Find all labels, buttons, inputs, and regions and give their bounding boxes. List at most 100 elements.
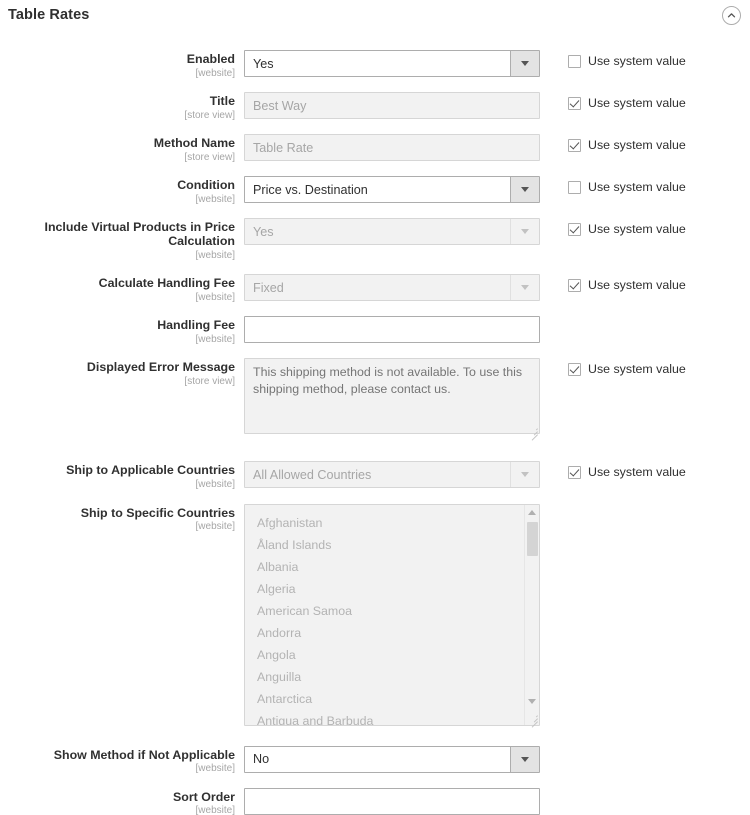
caret-glyph: [521, 187, 529, 193]
use-system-value-checkbox[interactable]: [568, 278, 581, 292]
use-system-value-checkbox[interactable]: [568, 362, 581, 376]
field-label-calculate_handling_fee: Calculate Handling Fee [website]: [0, 274, 244, 303]
field-row-method_name: Method Name[store view] Use system value: [0, 134, 750, 163]
list-item[interactable]: Antigua and Barbuda: [257, 710, 539, 725]
field-label-enabled: Enabled [website]: [0, 50, 244, 79]
ship_to_applicable_countries-select: All Allowed Countries: [244, 461, 540, 489]
field-control-method_name: [244, 134, 540, 162]
field-extra-method_name: Use system value: [540, 134, 750, 152]
label-text: Enabled: [186, 52, 235, 66]
field-label-ship_to_specific_countries: Ship to Specific Countries [website]: [0, 504, 244, 533]
enabled-select-value: Yes: [253, 56, 274, 71]
scroll-up-icon[interactable]: [525, 506, 539, 520]
caret-glyph: [521, 229, 529, 235]
chevron-down-icon[interactable]: [510, 746, 539, 772]
field-row-condition: Condition [website] Price vs. Destination U…: [0, 176, 750, 205]
field-control-ship_to_applicable_countries: All Allowed Countries: [244, 461, 540, 489]
ship_to_specific_countries-listbox[interactable]: Afghanistan Åland Islands Albania Algeria Am…: [244, 503, 540, 726]
list-item[interactable]: Algeria: [257, 578, 539, 600]
list-item[interactable]: Angola: [257, 644, 539, 666]
use-system-value-label: Use system value: [588, 96, 686, 111]
enabled-select[interactable]: Yes: [244, 50, 540, 77]
field-extra-calculate_handling_fee: Use system value: [540, 274, 750, 292]
scroll-down-icon[interactable]: [525, 695, 539, 709]
use-system-value-checkbox[interactable]: [568, 180, 581, 194]
label-scope: [website]: [195, 67, 235, 79]
list-item[interactable]: Åland Islands: [257, 534, 539, 556]
label-text: Displayed Error Message: [86, 360, 235, 375]
label-text: Title: [209, 94, 235, 109]
label-text: Condition: [177, 178, 235, 193]
calculate_handling_fee-select-value: Fixed: [253, 280, 284, 295]
use-system-value-displayed_error_message[interactable]: Use system value: [568, 362, 686, 376]
country-option-list: Afghanistan Åland Islands Albania Algeria Am…: [245, 505, 539, 725]
label-text: Sort Order: [173, 789, 235, 804]
field-control-enabled: Yes: [244, 50, 540, 77]
field-extra-ship_to_specific_countries: [540, 504, 750, 508]
condition-select[interactable]: Price vs. Destination: [244, 176, 540, 204]
use-system-value-calculate_handling_fee[interactable]: Use system value: [568, 278, 686, 292]
list-item[interactable]: Albania: [257, 556, 539, 578]
use-system-value-checkbox[interactable]: [568, 465, 581, 479]
caret-glyph: [521, 472, 529, 478]
use-system-value-enabled[interactable]: Use system value: [568, 54, 686, 68]
chevron-up-circle-icon[interactable]: [722, 6, 741, 25]
label-text: Show Method if Not Applicable: [53, 747, 235, 762]
list-item[interactable]: Antarctica: [257, 688, 539, 710]
field-control-ship_to_specific_countries: Afghanistan Åland Islands Albania Algeria Am…: [244, 503, 540, 728]
use-system-value-label: Use system value: [588, 222, 686, 237]
label-text: Include Virtual Products in Price Calcul…: [44, 220, 236, 249]
list-item[interactable]: American Samoa: [257, 600, 539, 622]
field-control-title: [244, 92, 540, 120]
show_method_if_not_applicable-select[interactable]: No: [244, 745, 540, 773]
field-control-handling_fee: [244, 316, 540, 344]
field-row-sort_order: Sort Order [website]: [0, 787, 750, 815]
method_name-input: [244, 134, 540, 162]
chevron-down-icon[interactable]: [510, 51, 539, 76]
field-row-include_virtual_products: Include Virtual Products in Price Calcul…: [0, 218, 750, 261]
use-system-value-title[interactable]: Use system value: [568, 96, 686, 110]
field-control-include_virtual_products: Yes: [244, 218, 540, 246]
use-system-value-checkbox[interactable]: [568, 222, 581, 236]
condition-select-value: Price vs. Destination: [253, 182, 368, 197]
sort_order-input[interactable]: [244, 787, 540, 815]
use-system-value-method_name[interactable]: Use system value: [568, 138, 686, 152]
use-system-value-checkbox[interactable]: [568, 138, 581, 152]
include_virtual_products-select: Yes: [244, 218, 540, 246]
chevron-down-icon[interactable]: [510, 177, 539, 203]
label-text: Method Name: [153, 136, 235, 151]
page-title: Table Rates: [8, 7, 90, 23]
use-system-value-condition[interactable]: Use system value: [568, 180, 686, 194]
use-system-value-include_virtual_products[interactable]: Use system value: [568, 222, 686, 236]
label-text: Calculate Handling Fee: [98, 276, 235, 291]
list-item[interactable]: Anguilla: [257, 666, 539, 688]
field-extra-enabled: Use system value: [540, 50, 750, 68]
field-label-condition: Condition [website]: [0, 176, 244, 205]
field-row-handling_fee: Handling Fee [website]: [0, 316, 750, 345]
label-scope: [website]: [195, 479, 235, 491]
field-row-ship_to_specific_countries: Ship to Specific Countries [website] Afgha…: [0, 503, 750, 728]
list-item[interactable]: Afghanistan: [257, 512, 539, 534]
use-system-value-label: Use system value: [588, 138, 686, 153]
use-system-value-checkbox[interactable]: [568, 96, 581, 110]
use-system-value-ship_to_applicable_countries[interactable]: Use system value: [568, 465, 686, 479]
chevron-down-icon: [510, 219, 539, 245]
ship_to_applicable_countries-select-value: All Allowed Countries: [253, 467, 372, 482]
use-system-value-checkbox[interactable]: [568, 54, 581, 68]
field-label-handling_fee: Handling Fee [website]: [0, 316, 244, 345]
label-scope: [website]: [195, 194, 235, 206]
field-row-show_method_if_not_applicable: Show Method if Not Applicable [website] No: [0, 745, 750, 775]
field-label-method_name: Method Name [store view]: [0, 134, 244, 163]
field-label-sort_order: Sort Order [website]: [0, 788, 244, 815]
field-row-calculate_handling_fee: Calculate Handling Fee [website] Fixed Use …: [0, 274, 750, 303]
use-system-value-label: Use system value: [588, 362, 686, 377]
field-control-show_method_if_not_applicable: No: [244, 745, 540, 773]
label-text: Handling Fee: [157, 318, 235, 333]
section-header: Table Rates: [0, 0, 750, 32]
handling_fee-input[interactable]: [244, 316, 540, 344]
listbox-scrollbar[interactable]: [524, 504, 539, 725]
scrollbar-thumb[interactable]: [527, 521, 538, 556]
list-item[interactable]: Andorra: [257, 622, 539, 644]
label-text: Ship to Specific Countries: [80, 505, 235, 520]
field-label-show_method_if_not_applicable: Show Method if Not Applicable [website]: [0, 746, 244, 775]
